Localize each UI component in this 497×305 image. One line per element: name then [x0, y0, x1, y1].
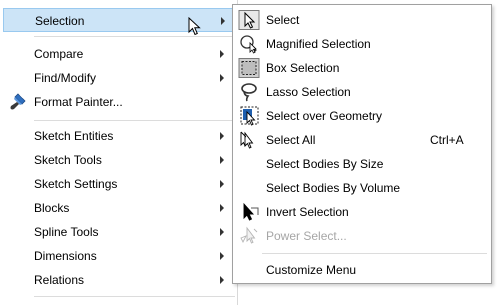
menu-item-label: Format Painter...: [34, 95, 123, 109]
submenu-item-select-bodies-by-volume[interactable]: Select Bodies By Volume: [235, 176, 489, 200]
select-arrow-icon: [238, 10, 260, 30]
menu-item-label: Blocks: [34, 201, 70, 215]
submenu-item-label: Select All: [266, 133, 316, 147]
menu-item-label: Dimensions: [34, 249, 97, 263]
submenu-arrow-icon: [220, 228, 224, 236]
menu-item-format-painter[interactable]: Format Painter...: [3, 90, 235, 114]
menu-item-label: Find/Modify: [34, 71, 97, 85]
submenu-arrow-icon: [220, 156, 224, 164]
submenu-item-label: Select Bodies By Volume: [266, 181, 401, 195]
submenu-item-select[interactable]: Select: [235, 8, 489, 32]
menu-item-label: Selection: [35, 14, 85, 28]
submenu-item-label: Magnified Selection: [266, 37, 371, 51]
context-menu-screen: Selection Compare Find/Modify Format Pai…: [0, 0, 497, 305]
submenu-arrow-icon: [220, 252, 224, 260]
menu-item-sketch-settings[interactable]: Sketch Settings: [3, 172, 235, 196]
submenu-arrow-icon: [220, 204, 224, 212]
menu-item-label: Sketch Tools: [34, 153, 102, 167]
menu-item-relations[interactable]: Relations: [3, 268, 235, 292]
submenu-item-lasso-selection[interactable]: Lasso Selection: [235, 80, 489, 104]
invert-selection-icon: [238, 202, 260, 222]
submenu-arrow-icon: [220, 74, 224, 82]
box-selection-icon: [238, 58, 260, 78]
menu-separator: [34, 296, 235, 297]
submenu-item-label: Select: [266, 13, 300, 27]
submenu-item-label: Select over Geometry: [266, 109, 383, 123]
submenu-item-label: Power Select...: [266, 229, 347, 243]
submenu-item-select-bodies-by-size[interactable]: Select Bodies By Size: [235, 152, 489, 176]
menu-separator: [34, 36, 235, 37]
select-all-icon: [238, 130, 260, 150]
submenu-item-select-all[interactable]: Select All Ctrl+A: [235, 128, 489, 152]
menu-item-sketch-tools[interactable]: Sketch Tools: [3, 148, 235, 172]
submenu-item-box-selection[interactable]: Box Selection: [235, 56, 489, 80]
submenu-item-invert-selection[interactable]: Invert Selection: [235, 200, 489, 224]
menu-item-label: Relations: [34, 273, 85, 287]
submenu-item-label: Lasso Selection: [266, 85, 351, 99]
submenu-item-magnified-selection[interactable]: Magnified Selection: [235, 32, 489, 56]
submenu-item-select-over-geometry[interactable]: Select over Geometry: [235, 104, 489, 128]
submenu-item-label: Select Bodies By Size: [266, 157, 384, 171]
submenu-arrow-icon: [220, 50, 224, 58]
menu-separator: [262, 253, 487, 254]
menu-item-spline-tools[interactable]: Spline Tools: [3, 220, 235, 244]
submenu-item-power-select[interactable]: Power Select...: [235, 224, 489, 248]
mouse-cursor-icon: [188, 16, 202, 37]
submenu-item-label: Invert Selection: [266, 205, 349, 219]
menu-item-find-modify[interactable]: Find/Modify: [3, 66, 235, 90]
menu-item-blocks[interactable]: Blocks: [3, 196, 235, 220]
menu-item-label: Sketch Entities: [34, 129, 114, 143]
lasso-icon: [238, 82, 260, 102]
menu-item-dimensions[interactable]: Dimensions: [3, 244, 235, 268]
power-select-icon: [238, 226, 260, 246]
shortcut-label: Ctrl+A: [430, 133, 464, 147]
submenu-arrow-icon: [220, 180, 224, 188]
submenu-arrow-icon: [221, 17, 225, 25]
submenu-arrow-icon: [220, 132, 224, 140]
menu-item-label: Compare: [34, 47, 84, 61]
main-menu: Selection Compare Find/Modify Format Pai…: [0, 0, 238, 305]
submenu-item-label: Box Selection: [266, 61, 340, 75]
menu-item-label: Sketch Settings: [34, 177, 118, 191]
magnifier-icon: [238, 34, 260, 54]
format-painter-icon: [9, 93, 27, 111]
menu-item-compare[interactable]: Compare: [3, 42, 235, 66]
select-over-geometry-icon: [238, 106, 260, 126]
submenu-item-customize-menu[interactable]: Customize Menu: [235, 258, 489, 282]
submenu-item-label: Customize Menu: [266, 263, 357, 277]
menu-item-sketch-entities[interactable]: Sketch Entities: [3, 124, 235, 148]
submenu-arrow-icon: [220, 276, 224, 284]
menu-separator: [34, 120, 235, 121]
selection-submenu: Select Magnified Selection Box Selection…: [232, 4, 492, 284]
menu-item-label: Spline Tools: [34, 225, 99, 239]
